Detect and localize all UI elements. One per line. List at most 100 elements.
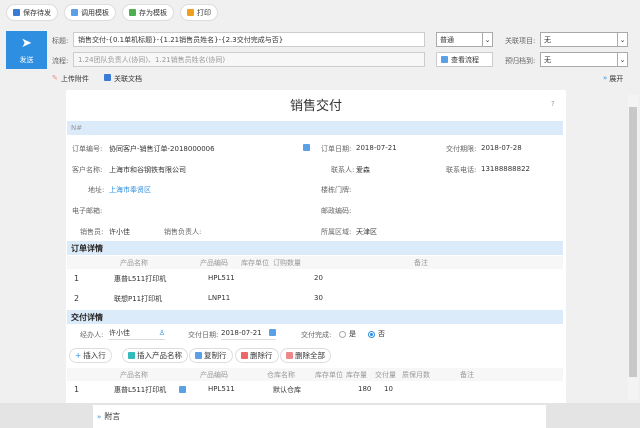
paperclip-icon: ✎	[52, 74, 58, 82]
col-unit: 库存单位	[241, 259, 269, 267]
call-template-button[interactable]: 调用模板	[64, 4, 116, 21]
help-icon[interactable]: ?	[551, 100, 555, 108]
handler-input[interactable]: 许小佳 ♙	[109, 326, 165, 340]
delivery-date-label: 交付日期:	[188, 331, 219, 339]
delete-row-button[interactable]: 删除行	[235, 348, 279, 363]
priority-select[interactable]: 普通 ⌄	[436, 32, 493, 47]
order-table-header: 产品名称 产品编码 库存单位 订购数量 备注	[67, 256, 563, 269]
done-yes-radio[interactable]: 是	[339, 329, 356, 339]
title-label: 标题:	[52, 37, 69, 45]
done-no-radio[interactable]: 否	[368, 329, 385, 339]
handler-label: 经办人:	[80, 331, 104, 339]
contact-label: 联系人:	[331, 166, 355, 174]
col-note: 备注	[414, 259, 428, 267]
scrollbar[interactable]	[628, 95, 638, 400]
print-button[interactable]: 打印	[180, 4, 218, 21]
radio-icon	[339, 330, 346, 338]
building-label: 楼栋门牌:	[321, 186, 352, 194]
copy-row-button[interactable]: 复制行	[189, 348, 233, 363]
col-qty: 订购数量	[273, 259, 301, 267]
lookup-icon[interactable]	[179, 386, 186, 393]
form-title: 销售交付	[289, 99, 342, 114]
footer-bar: » 附言	[0, 403, 640, 428]
col-code: 产品编码	[200, 259, 228, 267]
related-project-select[interactable]: 无 ⌄	[540, 32, 628, 47]
calendar-icon[interactable]	[269, 329, 276, 336]
upload-attachment-link[interactable]: ✎ 上传附件	[52, 74, 89, 84]
flow-icon	[441, 56, 448, 63]
archive-label: 预归档到:	[505, 57, 536, 65]
zip-label: 邮政编码:	[321, 207, 352, 215]
col-warranty: 质保月数	[402, 371, 430, 379]
printer-icon	[187, 9, 194, 16]
table-row[interactable]: 2 联想P11打印机 LNP11 30	[66, 294, 566, 310]
insert-row-button[interactable]: + 插入行	[69, 348, 112, 363]
expand-link[interactable]: » 展开	[603, 74, 623, 84]
chevron-down-icon: ⌄	[617, 33, 627, 46]
deadline-label: 交付期限:	[446, 145, 477, 153]
related-doc-link[interactable]: 关联文档	[104, 74, 142, 84]
sales-value: 许小佳	[109, 228, 130, 236]
chevron-down-icon: ⌄	[482, 33, 492, 46]
chevron-down-icon: ⌄	[617, 53, 627, 66]
delete-all-button[interactable]: 删除全部	[280, 348, 331, 363]
deadline-value: 2018-07-28	[481, 144, 522, 152]
order-no-label: 订单编号:	[72, 145, 103, 153]
delivery-table-header: 产品名称 产品编码 仓库名称 库存单位 库存量 交付量 质保月数 备注	[67, 368, 563, 381]
order-no-value: 协同客户-销售订单-2018000006	[109, 145, 215, 153]
product-icon	[128, 352, 135, 359]
order-date-label: 订单日期:	[321, 145, 352, 153]
address-label: 地址:	[88, 186, 105, 194]
done-label: 交付完成:	[301, 331, 332, 339]
double-chevron-down-icon: »	[603, 74, 608, 82]
customer-label: 客户名称:	[72, 166, 103, 174]
form-card: 销售交付 ? N# 订单编号: 协同客户-销售订单-2018000006 订单日…	[66, 90, 566, 403]
save-icon	[13, 9, 20, 16]
table-row[interactable]: 1 惠普L511打印机 HPL511 20	[66, 274, 566, 290]
sales-lead-label: 销售负责人:	[164, 228, 202, 236]
table-row[interactable]: 1 惠普L511打印机 HPL511 默认仓库 180 10	[66, 385, 566, 399]
delivery-details-band: 交付详情	[67, 310, 563, 324]
col-delivered: 交付量	[375, 371, 396, 379]
address-link[interactable]: 上海市奉贤区	[109, 185, 151, 195]
title-input[interactable]: 销售交付-{0.1单机标题}-{1.21销售员姓名}-{2.3交付完成与否}	[73, 32, 425, 47]
template-icon	[71, 9, 78, 16]
insert-product-button[interactable]: 插入产品名称	[122, 348, 188, 363]
col-note: 备注	[460, 371, 474, 379]
contact-value: 爱森	[356, 166, 370, 174]
col-code: 产品编码	[200, 371, 228, 379]
user-icon[interactable]: ♙	[159, 329, 165, 337]
trash-icon	[241, 352, 248, 359]
plus-icon: +	[75, 351, 82, 360]
save-template-icon	[129, 9, 136, 16]
col-stock: 库存量	[346, 371, 367, 379]
flow-input[interactable]: 1.24团队负责人(协同)、1.21销售员姓名(协同)	[73, 52, 425, 67]
sales-label: 销售员:	[80, 228, 104, 236]
phone-label: 联系电话:	[446, 166, 477, 174]
send-button[interactable]: ➤ 发送	[6, 31, 47, 69]
email-label: 电子邮箱:	[72, 207, 103, 215]
col-name: 产品名称	[120, 371, 148, 379]
view-flow-button[interactable]: 查看流程	[436, 52, 493, 67]
region-value: 天津区	[356, 228, 377, 236]
lookup-icon[interactable]	[303, 144, 310, 151]
order-date-value: 2018-07-21	[356, 144, 397, 152]
double-chevron-down-icon: »	[97, 412, 102, 421]
copy-icon	[195, 352, 202, 359]
radio-checked-icon	[368, 330, 375, 338]
phone-value: 13188888822	[481, 165, 530, 173]
note-section[interactable]: » 附言	[93, 405, 546, 428]
archive-select[interactable]: 无 ⌄	[540, 52, 628, 67]
delivery-date-input[interactable]: 2018-07-21	[221, 326, 276, 340]
related-project-label: 关联项目:	[505, 37, 536, 45]
save-draft-button[interactable]: 保存待发	[6, 4, 58, 21]
trash-all-icon	[286, 352, 293, 359]
order-details-band: 订单详情	[67, 241, 563, 255]
col-unit: 库存单位	[315, 371, 343, 379]
customer-value: 上海市和谷钢铁有限公司	[109, 166, 186, 174]
save-template-button[interactable]: 存为模板	[122, 4, 174, 21]
col-warehouse: 仓库名称	[267, 371, 295, 379]
scrollbar-thumb[interactable]	[629, 107, 637, 377]
flow-label: 流程:	[52, 57, 69, 65]
region-label: 所属区域:	[321, 228, 352, 236]
